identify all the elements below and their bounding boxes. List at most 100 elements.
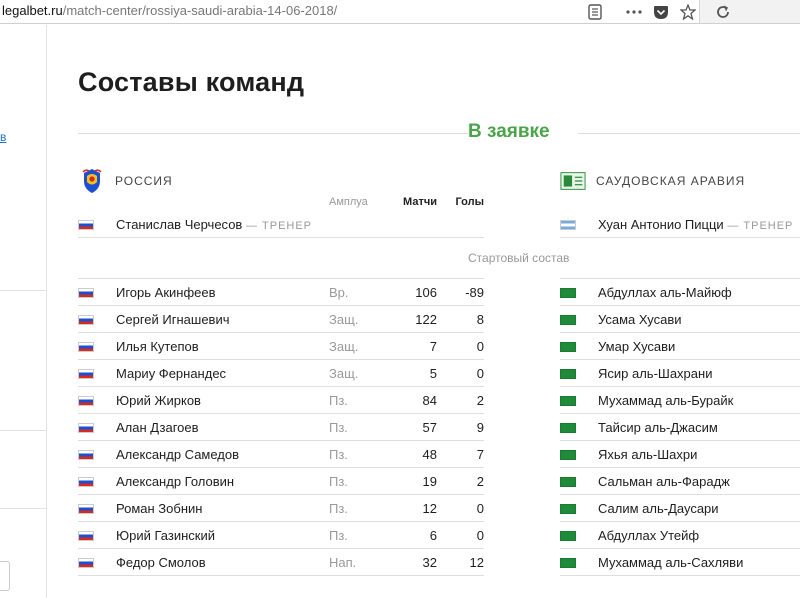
table-row: Ясир аль-Шахрани [560, 360, 800, 387]
saudi-flag-icon [560, 288, 576, 298]
table-row: Федор Смолов Нап. 32 12 [78, 549, 484, 576]
sidebar-input[interactable] [0, 561, 10, 591]
russia-flag-icon [78, 369, 94, 379]
team-name-left: РОССИЯ [115, 174, 173, 188]
table-row: Усама Хусави [560, 306, 800, 333]
player-name[interactable]: Юрий Газинский [116, 528, 215, 543]
player-matches: 57 [422, 420, 437, 435]
player-name[interactable]: Салим аль-Даусари [598, 501, 719, 516]
player-name[interactable]: Усама Хусави [598, 312, 682, 327]
player-goals: 8 [476, 312, 484, 327]
column-role: Амплуа [329, 196, 368, 208]
reload-icon[interactable] [714, 3, 732, 21]
player-name[interactable]: Ясир аль-Шахрани [598, 366, 712, 381]
sidebar: в [0, 25, 47, 598]
table-row: Абдуллах Утейф [560, 522, 800, 549]
table-row: Александр Самедов Пз. 48 7 [78, 441, 484, 468]
player-role: Защ. [329, 339, 359, 354]
player-name[interactable]: Александр Самедов [116, 447, 239, 462]
table-row: Умар Хусави [560, 333, 800, 360]
player-name[interactable]: Александр Головин [116, 474, 234, 489]
player-role: Защ. [329, 312, 359, 327]
player-name[interactable]: Тайсир аль-Джасим [598, 420, 718, 435]
player-goals: 0 [476, 528, 484, 543]
player-name[interactable]: Абдуллах аль-Майюф [598, 285, 732, 300]
player-role: Пз. [329, 447, 348, 462]
russia-flag-icon [78, 477, 94, 487]
table-row: Абдуллах аль-Майюф [560, 279, 800, 306]
player-goals: 2 [476, 393, 484, 408]
russia-flag-icon [78, 396, 94, 406]
more-icon[interactable] [625, 3, 643, 21]
sidebar-link[interactable]: в [0, 130, 6, 144]
player-name[interactable]: Умар Хусави [598, 339, 675, 354]
saudi-emblem-icon [560, 167, 586, 195]
player-role: Пз. [329, 474, 348, 489]
russia-flag-icon [78, 288, 94, 298]
divider-row [78, 252, 484, 279]
player-matches: 19 [422, 474, 437, 489]
sidebar-divider [0, 290, 46, 291]
table-row: Алан Дзагоев Пз. 57 9 [78, 414, 484, 441]
player-name[interactable]: Юрий Жирков [116, 393, 201, 408]
table-row: Салим аль-Даусари [560, 495, 800, 522]
saudi-flag-icon [560, 396, 576, 406]
coach-name-right[interactable]: Хуан Антонио Пицци [598, 217, 724, 232]
saudi-flag-icon [560, 342, 576, 352]
player-goals: 7 [476, 447, 484, 462]
player-name[interactable]: Алан Дзагоев [116, 420, 199, 435]
coach-row-right: Хуан Антонио Пицци — ТРЕНЕР [560, 211, 800, 238]
reader-mode-icon[interactable] [586, 3, 604, 21]
coach-name-left[interactable]: Станислав Черчесов [116, 217, 242, 232]
player-role: Пз. [329, 501, 348, 516]
saudi-flag-icon [560, 504, 576, 514]
player-name[interactable]: Роман Зобнин [116, 501, 202, 516]
saudi-flag-icon [560, 315, 576, 325]
browser-toolbar: legalbet.ru/match-center/rossiya-saudi-a… [0, 0, 800, 24]
saudi-flag-icon [560, 423, 576, 433]
player-role: Нап. [329, 555, 357, 570]
pocket-icon[interactable] [652, 3, 670, 21]
sidebar-divider [0, 430, 46, 431]
player-matches: 84 [422, 393, 437, 408]
player-role: Пз. [329, 420, 348, 435]
russia-flag-icon [78, 315, 94, 325]
player-name[interactable]: Федор Смолов [116, 555, 206, 570]
player-name[interactable]: Сергей Игнашевич [116, 312, 230, 327]
player-goals: -89 [465, 285, 484, 300]
table-row: Сальман аль-Фарадж [560, 468, 800, 495]
player-role: Пз. [329, 528, 348, 543]
column-matches: Матчи [403, 196, 437, 208]
player-name[interactable]: Мариу Фернандес [116, 366, 226, 381]
divider-row [560, 252, 800, 279]
player-name[interactable]: Игорь Акинфеев [116, 285, 216, 300]
saudi-flag-icon [560, 531, 576, 541]
russia-flag-icon [78, 504, 94, 514]
player-matches: 106 [415, 285, 437, 300]
table-row: Мухаммад аль-Сахляви [560, 549, 800, 576]
saudi-flag-icon [560, 477, 576, 487]
player-matches: 12 [422, 501, 437, 516]
player-role: Вр. [329, 285, 349, 300]
player-name[interactable]: Сальман аль-Фарадж [598, 474, 730, 489]
player-matches: 32 [422, 555, 437, 570]
url-path: /match-center/rossiya-saudi-arabia-14-06… [62, 3, 338, 18]
player-matches: 122 [415, 312, 437, 327]
player-name[interactable]: Мухаммад аль-Бурайк [598, 393, 733, 408]
russia-flag-icon [78, 558, 94, 568]
player-name[interactable]: Мухаммад аль-Сахляви [598, 555, 743, 570]
team-header-saudi: САУДОВСКАЯ АРАВИЯ [560, 167, 745, 195]
table-row: Роман Зобнин Пз. 12 0 [78, 495, 484, 522]
table-row: Мухаммад аль-Бурайк [560, 387, 800, 414]
coach-tag-left: — ТРЕНЕР [245, 220, 313, 232]
bookmark-star-icon[interactable] [679, 3, 697, 21]
player-goals: 0 [476, 339, 484, 354]
player-goals: 0 [476, 366, 484, 381]
table-row: Илья Кутепов Защ. 7 0 [78, 333, 484, 360]
player-matches: 6 [429, 528, 437, 543]
player-name[interactable]: Илья Кутепов [116, 339, 199, 354]
player-matches: 7 [429, 339, 437, 354]
url-host: legalbet.ru [2, 3, 63, 18]
player-name[interactable]: Абдуллах Утейф [598, 528, 699, 543]
player-name[interactable]: Яхья аль-Шахри [598, 447, 697, 462]
